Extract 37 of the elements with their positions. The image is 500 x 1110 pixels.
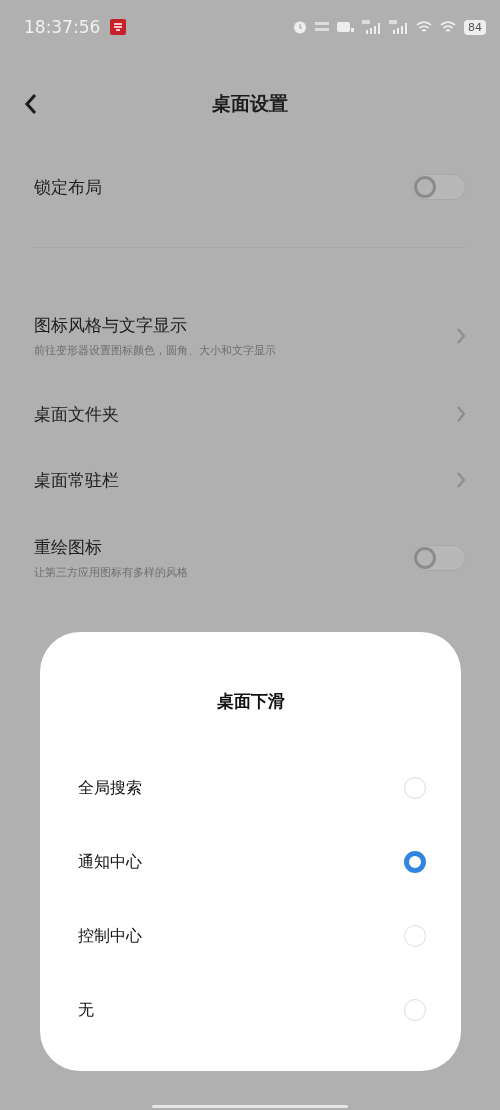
setting-title: 图标风格与文字显示 — [34, 314, 188, 337]
settings-row[interactable]: 桌面文件夹 — [0, 381, 500, 447]
back-icon[interactable] — [24, 93, 38, 115]
radio-button[interactable] — [404, 851, 426, 873]
network-speed-icon — [314, 20, 330, 34]
setting-title: 重绘图标 — [34, 536, 103, 559]
app-notification-icon — [110, 19, 127, 35]
settings-row[interactable]: 锁定布局 — [0, 154, 500, 220]
setting-title: 桌面常驻栏 — [34, 468, 120, 492]
setting-title: 锁定布局 — [34, 175, 103, 199]
radio-option[interactable]: 控制中心 — [40, 899, 461, 973]
option-label: 通知中心 — [78, 851, 142, 873]
option-label: 控制中心 — [78, 925, 142, 947]
status-time: 18:37:56 — [24, 17, 101, 37]
alarm-icon — [293, 20, 307, 34]
chevron-right-icon — [456, 327, 466, 345]
setting-description: 前往变形器设置图标颜色，圆角、大小和文字显示 — [34, 343, 277, 358]
dialog-title: 桌面下滑 — [215, 690, 286, 713]
option-label: 全局搜索 — [78, 777, 142, 799]
setting-title: 桌面文件夹 — [34, 402, 120, 426]
radio-option[interactable]: 无 — [40, 973, 461, 1047]
signal-icon — [362, 20, 382, 34]
battery-level: 84 — [464, 19, 486, 35]
settings-row[interactable]: 桌面常驻栏 — [0, 447, 500, 513]
chevron-right-icon — [456, 405, 466, 423]
toggle-switch[interactable] — [412, 174, 466, 200]
chevron-right-icon — [456, 471, 466, 489]
wifi-icon — [416, 20, 432, 34]
option-label: 无 — [78, 999, 94, 1021]
wifi-icon — [439, 20, 457, 34]
settings-row[interactable]: 图标风格与文字显示 前往变形器设置图标颜色，圆角、大小和文字显示 — [0, 291, 500, 381]
page-title: 桌面设置 — [211, 91, 289, 116]
toggle-switch[interactable] — [412, 545, 466, 571]
radio-option[interactable]: 通知中心 — [40, 825, 461, 899]
hd-icon — [337, 20, 355, 34]
radio-option[interactable]: 全局搜索 — [40, 751, 461, 825]
signal-icon — [389, 20, 409, 34]
